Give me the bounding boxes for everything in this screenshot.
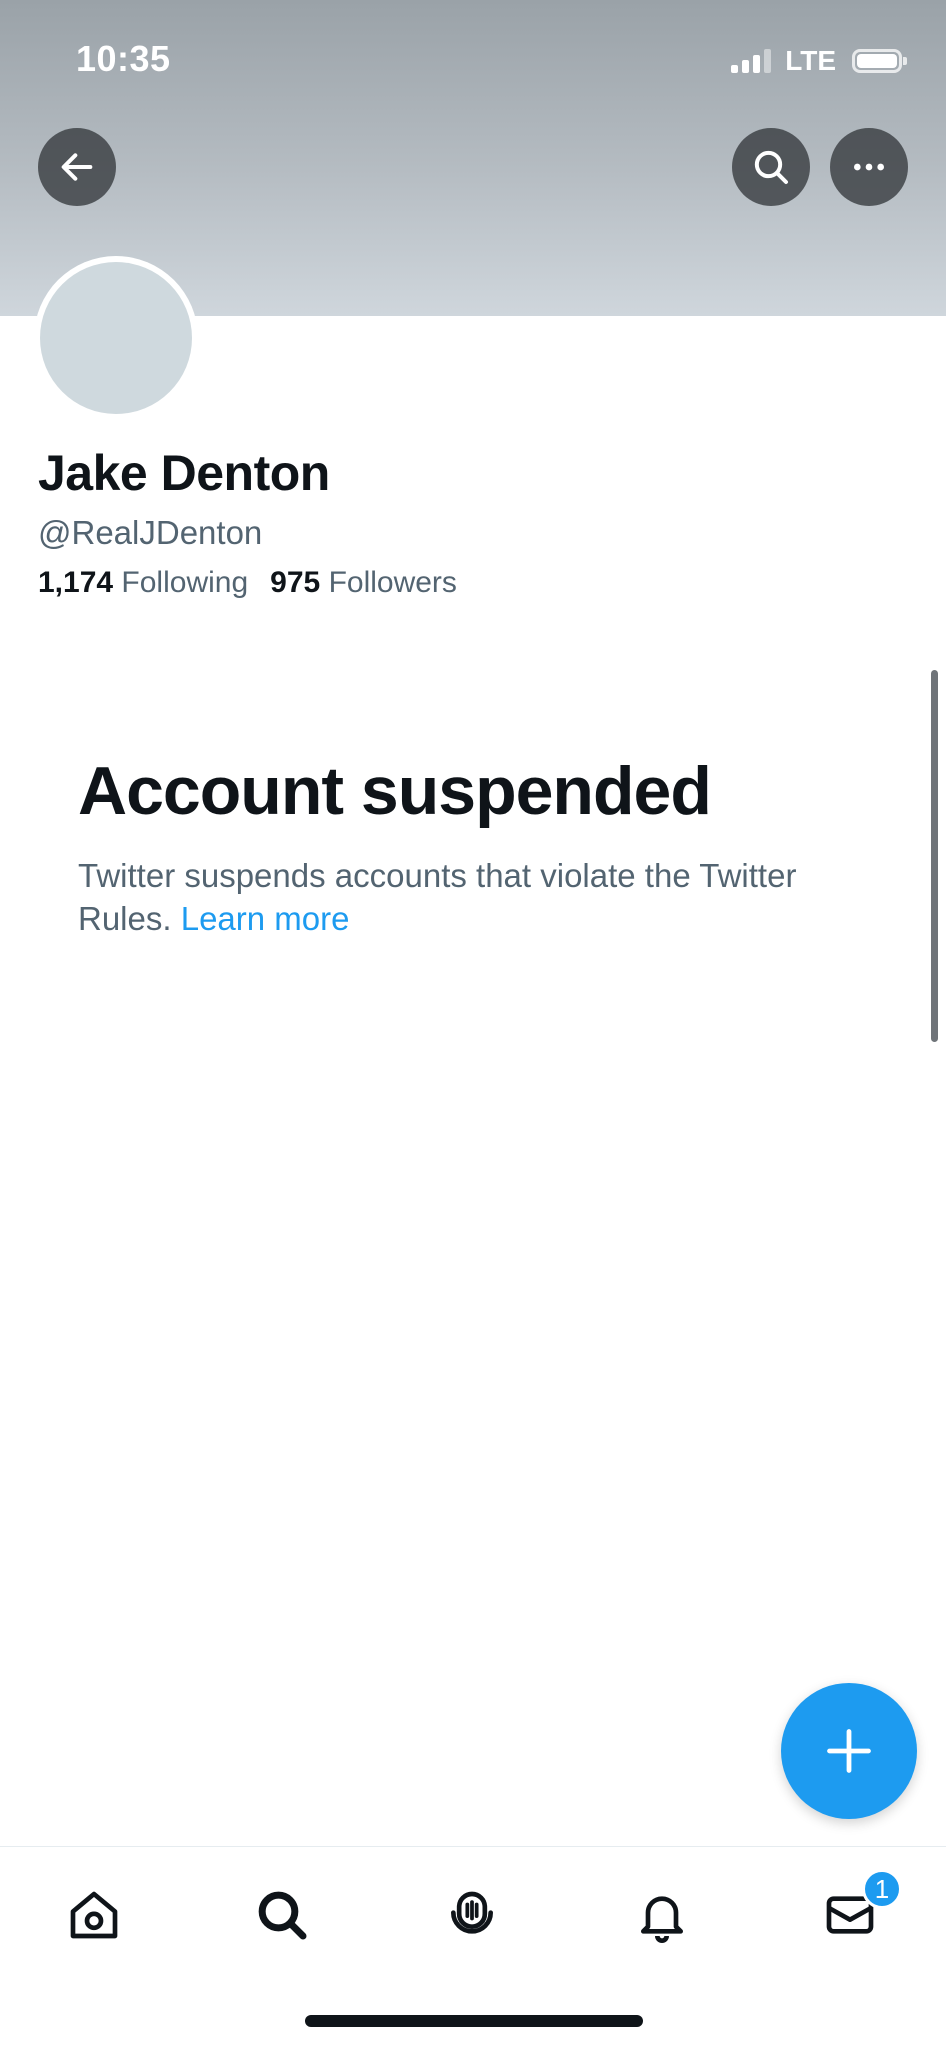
suspended-title: Account suspended	[78, 753, 712, 829]
status-time: 10:35	[76, 38, 171, 79]
home-indicator[interactable]	[305, 2015, 643, 2027]
tab-notifications[interactable]	[630, 1883, 694, 1947]
followers-link[interactable]: 975 Followers	[270, 566, 457, 599]
learn-more-link[interactable]: Learn more	[181, 900, 350, 937]
following-link[interactable]: 1,174 Following	[38, 566, 248, 599]
network-label: LTE	[785, 45, 836, 76]
avatar[interactable]	[34, 256, 198, 420]
suspended-message: Twitter suspends accounts that violate t…	[78, 854, 838, 940]
messages-badge: 1	[862, 1869, 902, 1909]
home-icon	[70, 1891, 118, 1939]
profile-handle: @RealJDenton	[38, 514, 263, 551]
status-indicators: LTE	[731, 44, 907, 78]
search-button[interactable]	[732, 128, 810, 206]
more-options-button[interactable]	[830, 128, 908, 206]
back-button[interactable]	[38, 128, 116, 206]
following-label: Following	[121, 566, 249, 599]
tab-home[interactable]	[62, 1883, 126, 1947]
profile-name: Jake Denton	[38, 445, 330, 501]
spaces-icon	[451, 1891, 493, 1934]
battery-icon	[852, 49, 907, 73]
profile-stats: 1,174 Following 975 Followers	[38, 566, 457, 600]
plus-icon	[827, 1729, 871, 1773]
followers-count: 975	[270, 566, 321, 599]
more-icon	[854, 163, 884, 171]
avatar-placeholder	[40, 262, 192, 414]
scrollbar[interactable]	[931, 670, 938, 1042]
bottom-tab-bar: 1	[0, 1846, 946, 2049]
tab-explore[interactable]	[250, 1883, 314, 1947]
search-icon	[754, 150, 788, 184]
followers-label: Followers	[328, 566, 457, 599]
signal-icon	[731, 49, 772, 73]
compose-tweet-button[interactable]	[781, 1683, 917, 1819]
bell-icon	[641, 1896, 683, 1943]
search-icon	[258, 1891, 307, 1940]
arrow-left-icon	[61, 153, 93, 181]
following-count: 1,174	[38, 566, 114, 599]
tab-spaces[interactable]	[440, 1883, 504, 1947]
